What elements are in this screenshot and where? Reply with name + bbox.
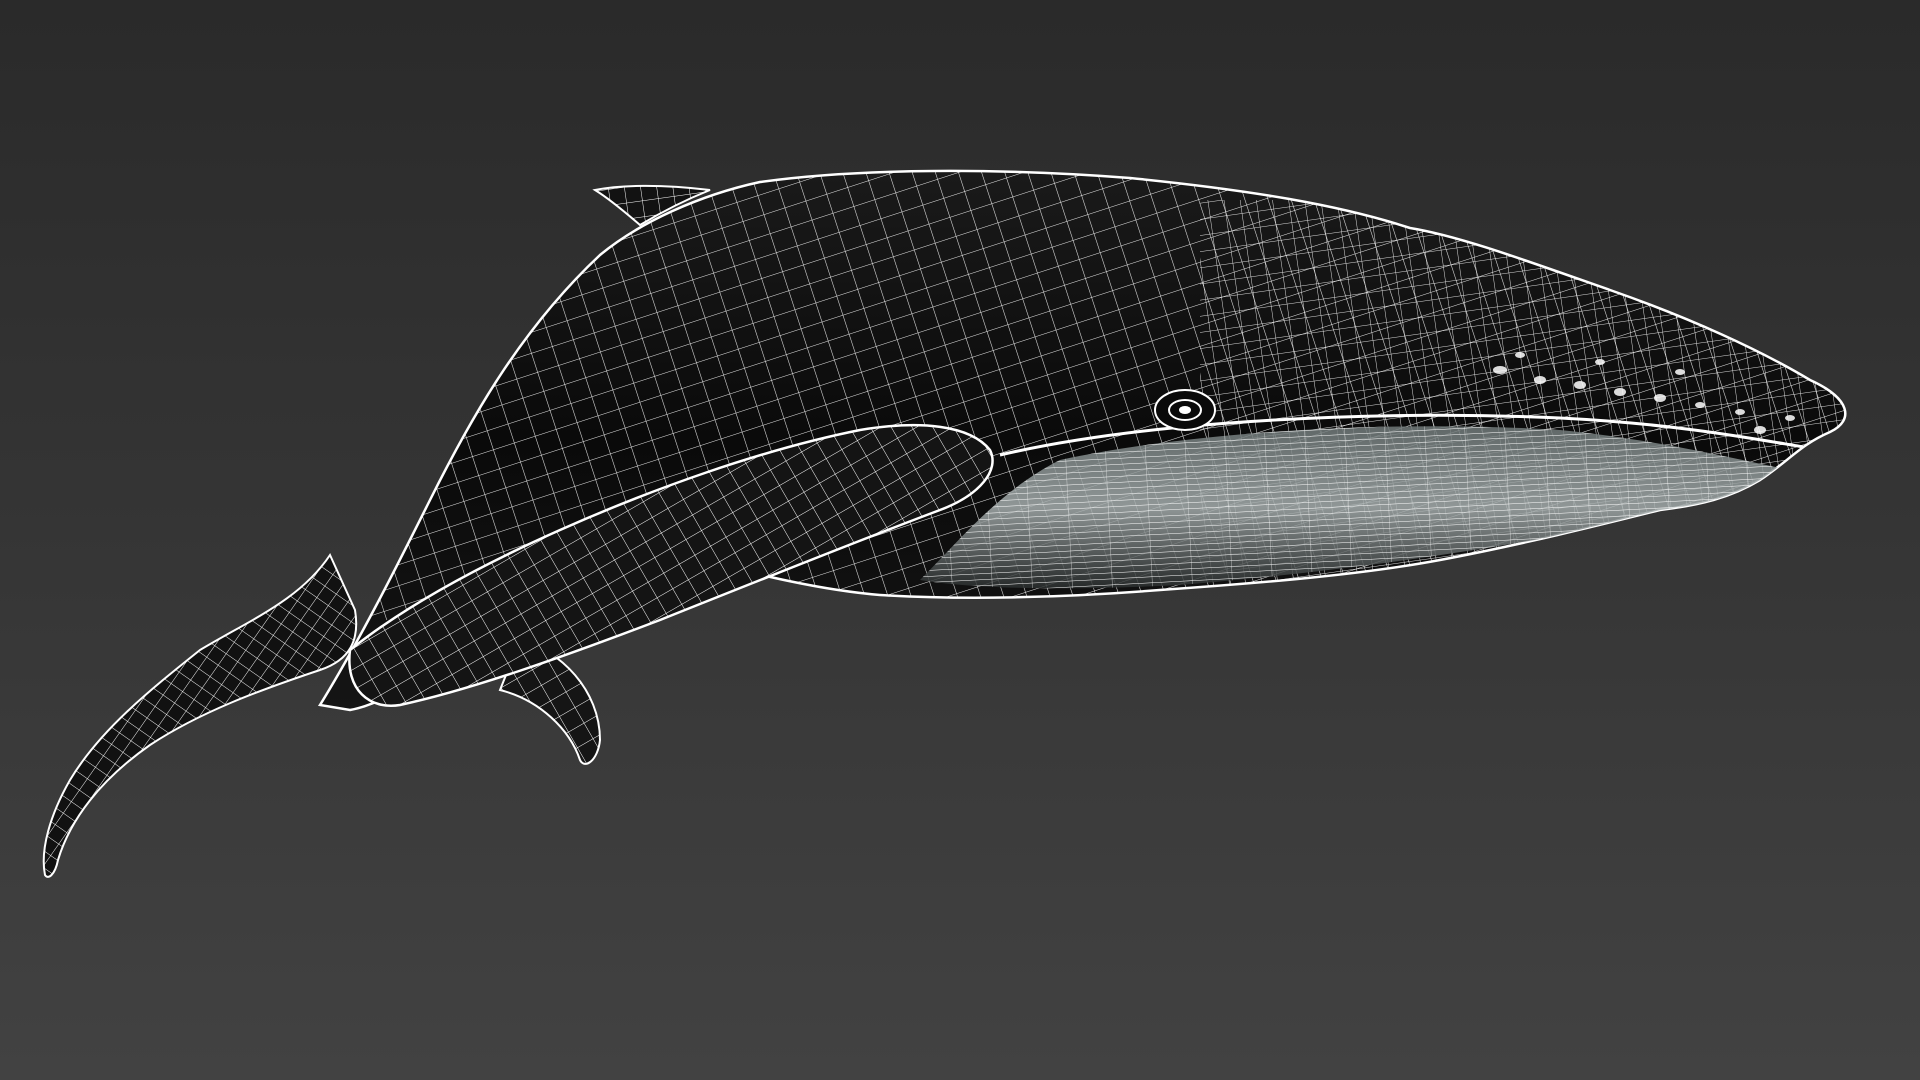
whale-eye — [1154, 389, 1216, 431]
whale-wireframe-model — [42, 169, 1847, 878]
3d-viewport[interactable] — [0, 0, 1920, 1080]
tail-fluke — [42, 552, 358, 878]
